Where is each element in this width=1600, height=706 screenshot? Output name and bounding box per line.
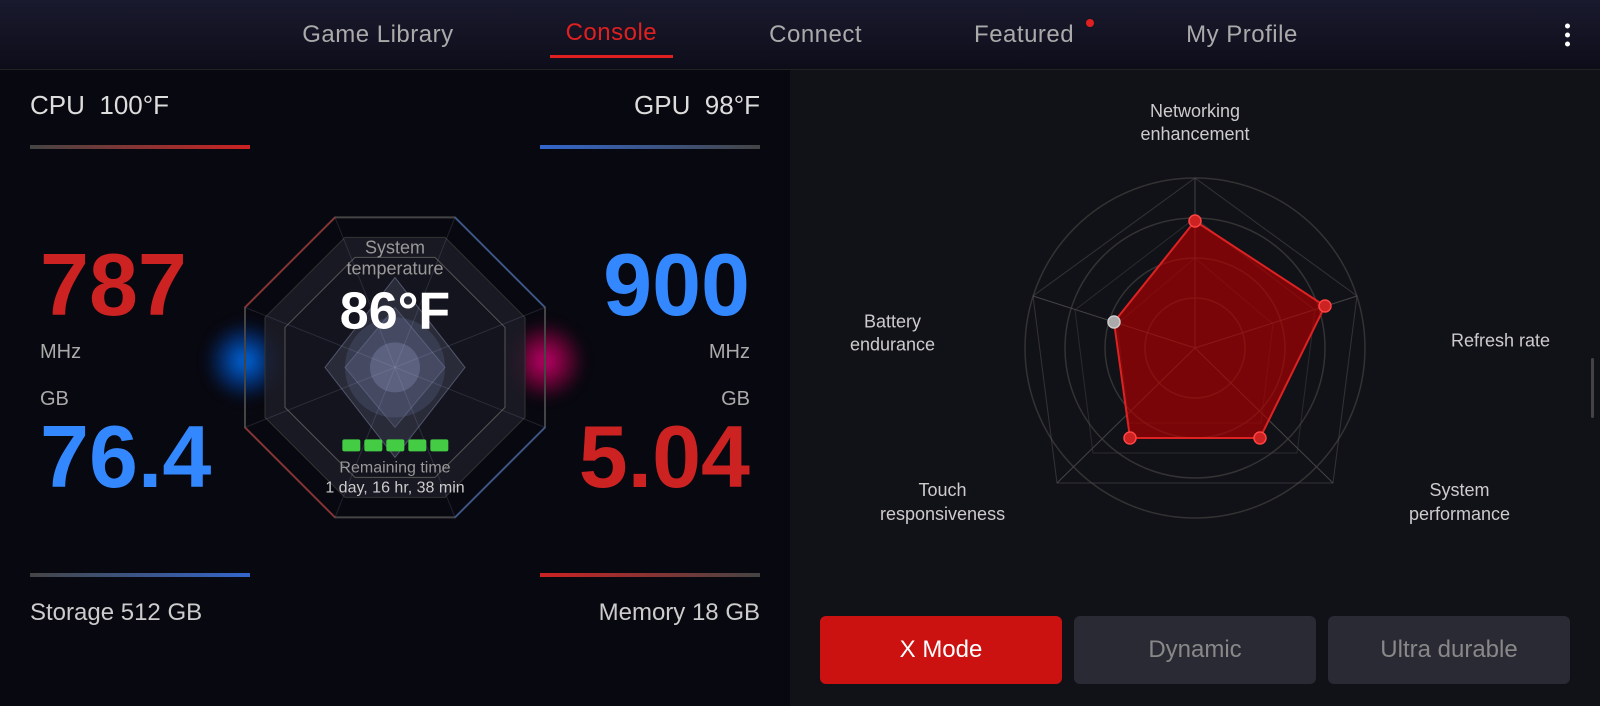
tab-game-library[interactable]: Game Library — [286, 13, 469, 57]
octagon-container: System temperature 86°F Remaining time 1… — [235, 207, 555, 527]
bar-bottom-right — [540, 573, 760, 577]
remaining-label: Remaining time — [325, 459, 464, 477]
remaining-value: 1 day, 16 hr, 38 min — [325, 479, 464, 497]
bottom-labels: Storage 512 GB Memory 18 GB — [30, 599, 760, 627]
battery-bar-3 — [386, 439, 404, 451]
tab-my-profile[interactable]: My Profile — [1170, 13, 1314, 57]
gpu-temp-label: GPU 98°F — [634, 90, 760, 121]
sys-temp-value: 86°F — [315, 281, 475, 341]
temp-labels: CPU 100°F GPU 98°F — [30, 90, 760, 121]
battery-bars — [325, 439, 464, 451]
sys-temp: System temperature 86°F — [315, 237, 475, 341]
radar-chart — [985, 138, 1405, 558]
battery-bar-2 — [364, 439, 382, 451]
nav-bar: Game Library Console Connect Featured My… — [0, 0, 1600, 70]
radar-label-top: Networkingenhancement — [1140, 100, 1249, 147]
gauge-area: MHz MHz 787 900 — [30, 131, 760, 591]
battery-bar-5 — [430, 439, 448, 451]
radar-container: Networkingenhancement Refresh rate Syste… — [820, 90, 1570, 606]
dynamic-button[interactable]: Dynamic — [1074, 616, 1316, 684]
cpu-temp-label: CPU 100°F — [30, 90, 169, 121]
left-panel: CPU 100°F GPU 98°F MHz MHz 787 900 — [0, 70, 790, 706]
tab-console[interactable]: Console — [550, 11, 674, 58]
bar-top-left — [30, 145, 250, 149]
radar-label-right: Refresh rate — [1451, 329, 1550, 352]
radar-label-left: Batteryendurance — [850, 311, 935, 358]
bar-bottom-left — [30, 573, 250, 577]
gpu-mhz-value: 900 — [603, 241, 750, 329]
battery-bar-1 — [342, 439, 360, 451]
cpu-mhz-value: 787 — [40, 241, 187, 329]
radar-label-bottom-left: Touchresponsiveness — [880, 479, 1005, 526]
main-content: CPU 100°F GPU 98°F MHz MHz 787 900 — [0, 70, 1600, 706]
memory-label: Memory 18 GB — [599, 599, 760, 627]
gpu-gb-value: 5.04 — [579, 413, 750, 501]
radar-label-bottom-right: Systemperformance — [1409, 479, 1510, 526]
scroll-hint — [1591, 358, 1594, 418]
cpu-gb-value: 76.4 — [40, 413, 211, 501]
battery-bar-4 — [408, 439, 426, 451]
cpu-mhz-unit: MHz — [40, 341, 81, 364]
sys-temp-label: System temperature — [315, 237, 475, 279]
right-panel: Networkingenhancement Refresh rate Syste… — [790, 70, 1600, 706]
gpu-mhz-unit: MHz — [709, 341, 750, 364]
ultra-durable-button[interactable]: Ultra durable — [1328, 616, 1570, 684]
tab-connect[interactable]: Connect — [753, 13, 878, 57]
storage-label: Storage 512 GB — [30, 599, 202, 627]
battery-info: Remaining time 1 day, 16 hr, 38 min — [325, 439, 464, 497]
more-menu-button[interactable] — [1565, 23, 1570, 46]
tab-featured[interactable]: Featured — [958, 13, 1090, 57]
mode-buttons: X Mode Dynamic Ultra durable — [820, 606, 1570, 686]
x-mode-button[interactable]: X Mode — [820, 616, 1062, 684]
bar-top-right — [540, 145, 760, 149]
